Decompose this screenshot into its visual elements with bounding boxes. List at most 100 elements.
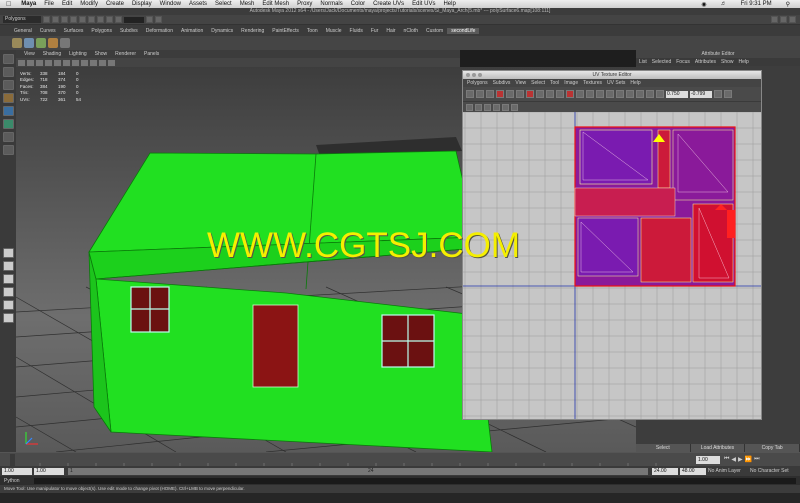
shelf-mesh-icon[interactable]	[36, 38, 46, 48]
uv-sew-icon[interactable]	[536, 90, 544, 98]
shelf-tab-muscle[interactable]: Muscle	[322, 28, 346, 34]
shelf-tab-subdivs[interactable]: Subdivs	[116, 28, 142, 34]
toggle-channel-box-icon[interactable]	[789, 16, 796, 23]
uv-lattice-icon[interactable]	[466, 90, 474, 98]
layout-hypershade-icon[interactable]	[2, 313, 14, 323]
menu-modify[interactable]: Modify	[76, 1, 102, 7]
isolate-icon[interactable]	[99, 59, 106, 66]
bookmark-icon[interactable]	[27, 59, 34, 66]
uv-menu-help[interactable]: Help	[630, 80, 640, 86]
uv-display-image-icon[interactable]	[606, 90, 614, 98]
render-icon[interactable]	[146, 16, 153, 23]
anim-layer-dropdown[interactable]: No Anim Layer	[708, 468, 748, 474]
paint-select-tool-icon[interactable]	[2, 80, 14, 90]
uv-rgb-icon[interactable]	[656, 90, 664, 98]
go-to-end-icon[interactable]: ⏭	[754, 456, 759, 463]
panel-menu-panels[interactable]: Panels	[140, 51, 163, 57]
select-button[interactable]: Select	[636, 444, 691, 452]
shelf-tab-animation[interactable]: Animation	[177, 28, 207, 34]
shelf-tab-curves[interactable]: Curves	[36, 28, 60, 34]
ae-menu-list[interactable]: List	[639, 59, 647, 65]
camera-icon[interactable]	[18, 59, 25, 66]
layout-single-icon[interactable]	[2, 248, 14, 258]
select-component-icon[interactable]	[88, 16, 95, 23]
end-time-field[interactable]: 48.00	[680, 467, 706, 475]
shelf-tab-hair[interactable]: Hair	[382, 28, 399, 34]
shelf-tab-custom[interactable]: Custom	[422, 28, 447, 34]
uv-select-border-icon[interactable]	[493, 103, 500, 111]
show-manipulator-icon[interactable]	[2, 132, 14, 142]
menu-assets[interactable]: Assets	[185, 1, 211, 7]
open-scene-icon[interactable]	[52, 16, 59, 23]
shelf-tab-general[interactable]: General	[10, 28, 36, 34]
uv-menu-image[interactable]: Image	[564, 80, 578, 86]
snap-point-icon[interactable]	[115, 16, 122, 23]
uv-refresh-icon[interactable]	[714, 90, 722, 98]
uv-move-icon[interactable]	[476, 90, 484, 98]
play-icon[interactable]: ▶	[738, 456, 743, 463]
uv-grow-icon[interactable]	[502, 103, 509, 111]
shelf-tab-deformation[interactable]: Deformation	[142, 28, 177, 34]
uv-checker-icon[interactable]	[596, 90, 604, 98]
ae-menu-selected[interactable]: Selected	[652, 59, 671, 65]
uv-select-shell-icon[interactable]	[484, 103, 491, 111]
command-language-label[interactable]: Python	[0, 478, 30, 484]
layout-four-icon[interactable]	[2, 261, 14, 271]
layout-two-icon[interactable]	[2, 274, 14, 284]
volume-icon[interactable]: ♬	[717, 1, 731, 8]
apple-icon[interactable]: 	[0, 1, 17, 8]
step-back-icon[interactable]: ◀	[731, 456, 736, 463]
load-attributes-button[interactable]: Load Attributes	[691, 444, 746, 452]
spotlight-icon[interactable]: ⚲	[782, 1, 794, 8]
menuset-dropdown[interactable]: Polygons	[3, 16, 41, 23]
save-scene-icon[interactable]	[61, 16, 68, 23]
rotate-tool-icon[interactable]	[2, 106, 14, 116]
smooth-shade-icon[interactable]	[63, 59, 70, 66]
uv-shrink-icon[interactable]	[511, 103, 518, 111]
shelf-tab-toon[interactable]: Toon	[303, 28, 322, 34]
uv-v-value-field[interactable]: -0.799	[690, 90, 712, 98]
shelf-tab-rendering[interactable]: Rendering	[237, 28, 268, 34]
shelf-tab-secondlife[interactable]: secondLife	[447, 27, 480, 34]
uv-texture-borders-icon[interactable]	[626, 90, 634, 98]
uv-menu-view[interactable]: View	[515, 80, 526, 86]
textured-icon[interactable]	[72, 59, 79, 66]
menu-create-uvs[interactable]: Create UVs	[369, 1, 408, 7]
menu-mesh[interactable]: Mesh	[236, 1, 259, 7]
toggle-attribute-editor-icon[interactable]	[780, 16, 787, 23]
time-slider[interactable]: 1.00 ⏮ ◀ ▶ ⏩ ⏭	[0, 452, 800, 467]
select-hierarchy-icon[interactable]	[70, 16, 77, 23]
ae-menu-focus[interactable]: Focus	[676, 59, 690, 65]
panel-menu-lighting[interactable]: Lighting	[65, 51, 91, 57]
menu-normals[interactable]: Normals	[316, 1, 346, 7]
menu-edit-mesh[interactable]: Edit Mesh	[258, 1, 293, 7]
close-icon[interactable]	[466, 73, 470, 77]
menu-select[interactable]: Select	[211, 1, 236, 7]
uv-menu-select[interactable]: Select	[531, 80, 545, 86]
uv-flip-u-icon[interactable]	[496, 90, 504, 98]
menu-create[interactable]: Create	[102, 1, 128, 7]
zoom-icon[interactable]	[478, 73, 482, 77]
shelf-tab-ncloth[interactable]: nCloth	[400, 28, 422, 34]
lasso-tool-icon[interactable]	[2, 67, 14, 77]
copy-tab-button[interactable]: Copy Tab	[745, 444, 800, 452]
uv-shade-icon[interactable]	[616, 90, 624, 98]
input-field[interactable]	[124, 16, 144, 23]
move-tool-icon[interactable]	[2, 93, 14, 103]
uv-filter-icon[interactable]	[646, 90, 654, 98]
xray-icon[interactable]	[108, 59, 115, 66]
snap-grid-icon[interactable]	[97, 16, 104, 23]
panel-menu-show[interactable]: Show	[91, 51, 112, 57]
shelf-tab-painteffects[interactable]: PaintEffects	[268, 28, 303, 34]
menu-maya[interactable]: Maya	[17, 1, 40, 7]
uv-editor-titlebar[interactable]: UV Texture Editor	[463, 71, 761, 79]
ipr-render-icon[interactable]	[155, 16, 162, 23]
ae-menu-attributes[interactable]: Attributes	[695, 59, 716, 65]
uv-menu-polygons[interactable]: Polygons	[467, 80, 488, 86]
playback-end-field[interactable]: 24.00	[652, 467, 678, 475]
layout-graph-icon[interactable]	[2, 300, 14, 310]
select-tool-icon[interactable]	[2, 54, 14, 64]
shelf-tab-surfaces[interactable]: Surfaces	[60, 28, 88, 34]
menu-color[interactable]: Color	[347, 1, 369, 7]
wifi-icon[interactable]: ◉	[697, 1, 710, 8]
